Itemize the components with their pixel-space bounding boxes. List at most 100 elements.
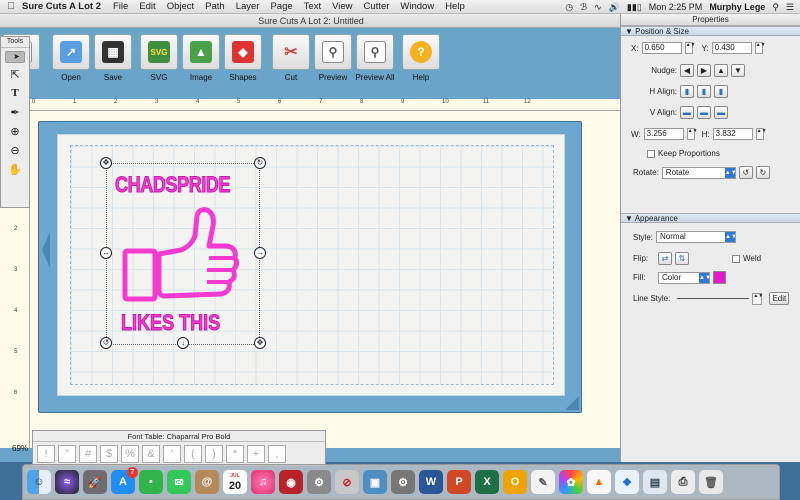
flip-horizontal-button[interactable]: ⇄ <box>658 252 672 265</box>
rotate-select[interactable]: Rotate ▲▼ <box>661 166 737 179</box>
apple-menu-icon[interactable]:  <box>0 1 22 12</box>
y-field[interactable]: 0.430 <box>711 42 752 54</box>
rotate-left-button[interactable]: ↺ <box>738 166 753 179</box>
textedit-icon[interactable]: ✎ <box>531 470 555 494</box>
align-middle-button[interactable]: ▬ <box>697 106 711 119</box>
grab-icon[interactable]: ⚙ <box>307 470 331 494</box>
cut-button[interactable]: ✂ <box>272 34 310 70</box>
user-name[interactable]: Murphy Lege <box>709 2 765 12</box>
calendar-icon[interactable]: JUL 20 <box>223 470 247 494</box>
glyph-cell[interactable]: ( <box>184 445 202 463</box>
appearance-header[interactable]: ▼ Appearance <box>621 213 800 223</box>
preview-button[interactable]: ⚲ <box>314 34 352 70</box>
open-button[interactable]: ↗ <box>52 34 90 70</box>
time-machine-icon[interactable]: ◷ <box>565 2 573 13</box>
y-stepper[interactable]: ▲▼ <box>754 42 766 54</box>
design-top-text[interactable]: CHADSPRIDE <box>115 172 231 198</box>
no-entry-icon[interactable]: ⊘ <box>335 470 359 494</box>
system-prefs-icon[interactable]: ⚙ <box>391 470 415 494</box>
pen-icon[interactable]: ✒ <box>5 104 25 120</box>
align-right-button[interactable]: ▮ <box>714 85 728 98</box>
fill-color-swatch[interactable] <box>713 271 726 284</box>
thumbs-up-graphic[interactable] <box>121 206 241 306</box>
bluetooth-icon[interactable]: ℬ <box>580 2 587 13</box>
glyph-cell[interactable]: $ <box>100 445 118 463</box>
x-stepper[interactable]: ▲▼ <box>684 42 695 54</box>
hand-icon[interactable]: ✋ <box>5 161 25 177</box>
nudge-down-button[interactable]: ▼ <box>731 64 745 77</box>
contacts-icon[interactable]: @ <box>195 470 219 494</box>
style-select[interactable]: Normal ▲▼ <box>656 231 737 243</box>
help-button[interactable]: ? <box>402 34 440 70</box>
flip-vertical-button[interactable]: ⇅ <box>675 252 689 265</box>
glyph-cell[interactable]: & <box>142 445 160 463</box>
preview-all-button[interactable]: ⚲ <box>356 34 394 70</box>
image-button[interactable]: ▲ <box>182 34 220 70</box>
rotate-right-button[interactable]: ↻ <box>755 166 770 179</box>
rotate-handle-icon[interactable]: ↻ <box>254 157 266 169</box>
width-stepper[interactable]: ▲▼ <box>686 128 698 140</box>
align-center-h-button[interactable]: ▮ <box>697 85 711 98</box>
weld-checkbox[interactable] <box>732 254 740 263</box>
glyph-cell[interactable]: ! <box>37 445 55 463</box>
messages-icon[interactable]: ✉ <box>167 470 191 494</box>
align-bottom-button[interactable]: ▬ <box>714 106 728 119</box>
cutting-mat[interactable]: CHADSPRIDE LIKES THIS ✥ ↻ ↔ → ↺ ↓ ✥ <box>38 121 582 413</box>
clock[interactable]: Mon 2:25 PM <box>649 2 703 12</box>
safari-icon[interactable]: ❖ <box>615 470 639 494</box>
glyph-cell[interactable]: * <box>226 445 244 463</box>
glyph-cell[interactable]: " <box>58 445 76 463</box>
documents-icon[interactable]: ▤ <box>643 470 667 494</box>
menu-edit[interactable]: Edit <box>139 1 155 12</box>
powerpoint-icon[interactable]: P <box>447 470 471 494</box>
text-icon[interactable]: T <box>5 85 25 101</box>
shapes-button[interactable]: ◆ <box>224 34 262 70</box>
line-style-stepper[interactable]: ▲▼ <box>752 292 763 305</box>
position-size-header[interactable]: ▼ Position & Size <box>621 26 800 36</box>
menu-help[interactable]: Help <box>445 1 465 12</box>
glyph-cell[interactable]: % <box>121 445 139 463</box>
menu-page[interactable]: Page <box>270 1 292 12</box>
glyph-cell[interactable]: ) <box>205 445 223 463</box>
photos-icon[interactable]: ✿ <box>559 470 583 494</box>
zoom-out-icon[interactable]: ⊖ <box>5 142 25 158</box>
siri-icon[interactable]: ≈ <box>55 470 79 494</box>
svg-button[interactable]: SVG <box>140 34 178 70</box>
zoom-level[interactable]: 69% <box>12 444 28 453</box>
printer-icon[interactable]: ⎙ <box>671 470 695 494</box>
resize-handle-left-icon[interactable]: ↔ <box>100 247 112 259</box>
design-bottom-text[interactable]: LIKES THIS <box>121 310 221 336</box>
line-style-edit-button[interactable]: Edit <box>769 292 790 305</box>
nudge-up-button[interactable]: ▲ <box>714 64 728 77</box>
volume-icon[interactable]: 🔊 <box>609 2 620 13</box>
facetime-icon[interactable]: ▪ <box>139 470 163 494</box>
finder-icon[interactable]: ☺ <box>27 470 51 494</box>
rotate-handle-bottom-left-icon[interactable]: ↺ <box>100 337 112 349</box>
width-field[interactable]: 3.256 <box>643 128 684 140</box>
align-top-button[interactable]: ▬ <box>680 106 694 119</box>
launchpad-icon[interactable]: 🚀 <box>83 470 107 494</box>
height-stepper[interactable]: ▲▼ <box>755 128 767 140</box>
menu-path[interactable]: Path <box>205 1 225 12</box>
canvas-workspace[interactable]: CHADSPRIDE LIKES THIS ✥ ↻ ↔ → ↺ ↓ ✥ <box>30 111 622 448</box>
arrow-icon[interactable]: ➤ <box>5 51 25 63</box>
nudge-left-button[interactable]: ◀ <box>680 64 694 77</box>
outlook-icon[interactable]: O <box>503 470 527 494</box>
itunes-icon[interactable]: ♫ <box>251 470 275 494</box>
zoom-in-icon[interactable]: ⊕ <box>5 123 25 139</box>
scale-handle-icon[interactable]: ✥ <box>254 337 266 349</box>
menu-layer[interactable]: Layer <box>236 1 260 12</box>
menu-text[interactable]: Text <box>304 1 321 12</box>
word-icon[interactable]: W <box>419 470 443 494</box>
menu-cutter[interactable]: Cutter <box>364 1 390 12</box>
save-button[interactable]: ▦ <box>94 34 132 70</box>
glyph-cell[interactable]: , <box>268 445 286 463</box>
align-left-button[interactable]: ▮ <box>680 85 694 98</box>
search-icon[interactable]: ⚲ <box>772 2 779 13</box>
preview-app-icon[interactable]: ▣ <box>363 470 387 494</box>
menu-window[interactable]: Window <box>400 1 434 12</box>
app-store-icon[interactable]: A7 <box>111 467 138 494</box>
nudge-right-button[interactable]: ▶ <box>697 64 711 77</box>
resize-handle-bottom-icon[interactable]: ↓ <box>177 337 189 349</box>
trash-icon[interactable]: 🗑 <box>699 470 723 494</box>
